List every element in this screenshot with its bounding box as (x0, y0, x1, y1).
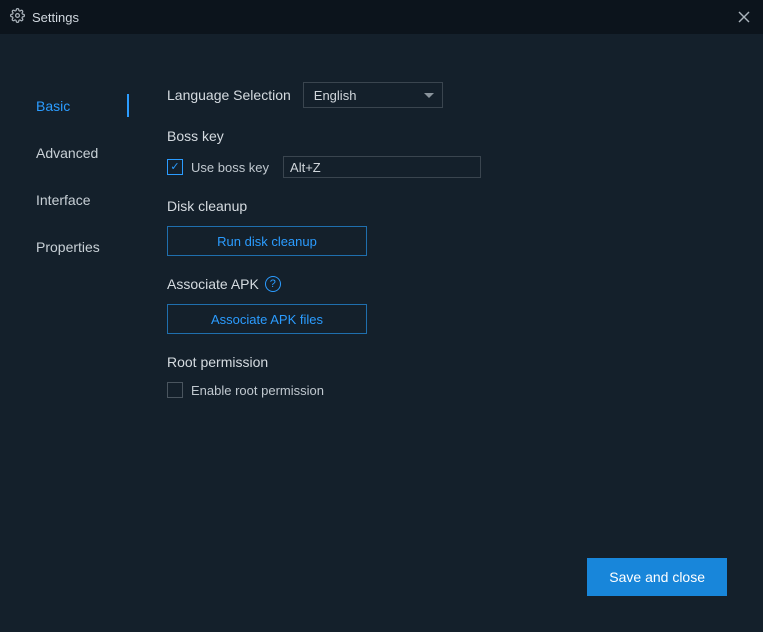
check-icon: ✓ (170, 162, 179, 173)
sidebar-item-properties[interactable]: Properties (0, 223, 135, 270)
associate-section-label: Associate APK ? (167, 276, 735, 292)
language-select[interactable]: English (303, 82, 443, 108)
content-panel: Language Selection English Boss key ✓ Us… (135, 34, 763, 632)
sidebar-item-basic[interactable]: Basic (0, 82, 135, 129)
bosskey-row: ✓ Use boss key (167, 156, 735, 178)
sidebar-item-label: Interface (36, 192, 90, 208)
root-row: Enable root permission (167, 382, 735, 398)
gear-icon (10, 8, 25, 26)
bosskey-check-label: Use boss key (191, 160, 269, 175)
body: Basic Advanced Interface Properties Lang… (0, 34, 763, 632)
sidebar-item-label: Properties (36, 239, 100, 255)
close-button[interactable] (735, 8, 753, 26)
titlebar-left: Settings (10, 8, 79, 26)
language-selected: English (314, 88, 357, 103)
sidebar-item-label: Advanced (36, 145, 98, 161)
associate-section-text: Associate APK (167, 276, 259, 292)
titlebar: Settings (0, 0, 763, 34)
root-checkbox[interactable] (167, 382, 183, 398)
footer: Save and close (587, 558, 727, 596)
root-check-label: Enable root permission (191, 383, 324, 398)
close-icon (738, 11, 750, 23)
sidebar-item-advanced[interactable]: Advanced (0, 129, 135, 176)
sidebar-item-interface[interactable]: Interface (0, 176, 135, 223)
chevron-down-icon (424, 93, 434, 98)
language-row: Language Selection English (167, 82, 735, 108)
save-and-close-button[interactable]: Save and close (587, 558, 727, 596)
sidebar-item-label: Basic (36, 98, 70, 114)
associate-apk-button[interactable]: Associate APK files (167, 304, 367, 334)
diskcleanup-section-label: Disk cleanup (167, 198, 735, 214)
button-label: Save and close (609, 569, 705, 585)
sidebar: Basic Advanced Interface Properties (0, 34, 135, 632)
root-section-label: Root permission (167, 354, 735, 370)
run-disk-cleanup-button[interactable]: Run disk cleanup (167, 226, 367, 256)
help-icon[interactable]: ? (265, 276, 281, 292)
bosskey-section-label: Boss key (167, 128, 735, 144)
bosskey-checkbox[interactable]: ✓ (167, 159, 183, 175)
window-title: Settings (32, 10, 79, 25)
button-label: Associate APK files (211, 312, 323, 327)
language-label: Language Selection (167, 87, 291, 103)
button-label: Run disk cleanup (217, 234, 317, 249)
bosskey-hotkey-input[interactable] (283, 156, 481, 178)
